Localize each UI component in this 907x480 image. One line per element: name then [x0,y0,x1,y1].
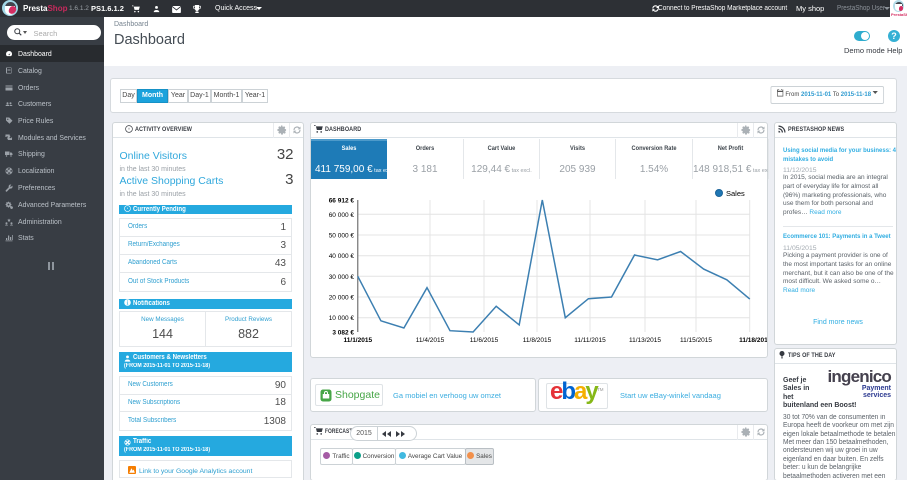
svg-text:20 000 €: 20 000 € [329,295,355,302]
svg-text:11/6/2015: 11/6/2015 [470,337,499,344]
svg-text:11/13/2015: 11/13/2015 [629,337,661,344]
svg-text:40 000 €: 40 000 € [329,253,355,260]
svg-text:11/18/201: 11/18/201 [739,337,767,344]
svg-text:11/8/2015: 11/8/2015 [523,337,552,344]
svg-text:60 000 €: 60 000 € [329,212,355,219]
svg-text:11/11/2015: 11/11/2015 [574,337,606,344]
svg-text:Sales: Sales [726,189,745,198]
svg-text:3 082 €: 3 082 € [332,330,354,337]
svg-text:11/1/2015: 11/1/2015 [344,337,373,344]
svg-text:10 000 €: 10 000 € [329,315,355,322]
svg-text:66 912 €: 66 912 € [329,198,355,205]
svg-text:11/15/2015: 11/15/2015 [680,337,712,344]
svg-text:11/4/2015: 11/4/2015 [416,337,445,344]
svg-text:30 000 €: 30 000 € [329,274,355,281]
svg-text:50 000 €: 50 000 € [329,233,355,240]
